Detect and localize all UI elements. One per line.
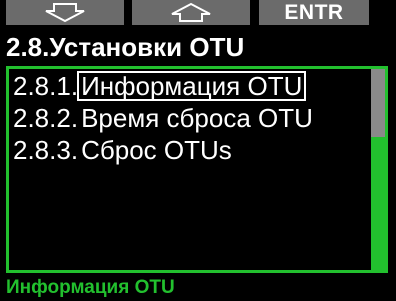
menu-panel: 2.8.1. Информация OTU 2.8.2. Время сброса … <box>6 66 388 273</box>
softkey-bar: ENTR <box>0 0 396 25</box>
menu-item-otu-info[interactable]: 2.8.1. Информация OTU <box>13 70 367 102</box>
scrollbar-thumb[interactable] <box>371 69 385 137</box>
menu-item-number: 2.8.3. <box>13 135 79 165</box>
enter-softkey-label: ENTR <box>284 1 344 24</box>
scrollbar-track[interactable] <box>371 69 385 270</box>
status-text: Информация OTU <box>6 277 175 298</box>
arrow-up-icon <box>171 2 211 22</box>
arrow-down-icon <box>45 3 85 23</box>
page-title: 2.8.Установки OTU <box>6 32 245 62</box>
up-softkey[interactable] <box>132 0 250 25</box>
menu-list: 2.8.1. Информация OTU 2.8.2. Время сброса … <box>13 70 367 166</box>
menu-item-label: Сброс OTUs <box>81 135 232 165</box>
menu-item-label: Время сброса OTU <box>81 103 313 133</box>
menu-item-otu-reset[interactable]: 2.8.3. Сброс OTUs <box>13 134 367 166</box>
down-softkey[interactable] <box>6 0 124 25</box>
menu-item-otu-reset-time[interactable]: 2.8.2. Время сброса OTU <box>13 102 367 134</box>
menu-item-number: 2.8.1. <box>13 71 79 101</box>
menu-item-number: 2.8.2. <box>13 103 79 133</box>
menu-item-label: Информация OTU <box>77 71 307 101</box>
enter-softkey[interactable]: ENTR <box>259 0 369 25</box>
